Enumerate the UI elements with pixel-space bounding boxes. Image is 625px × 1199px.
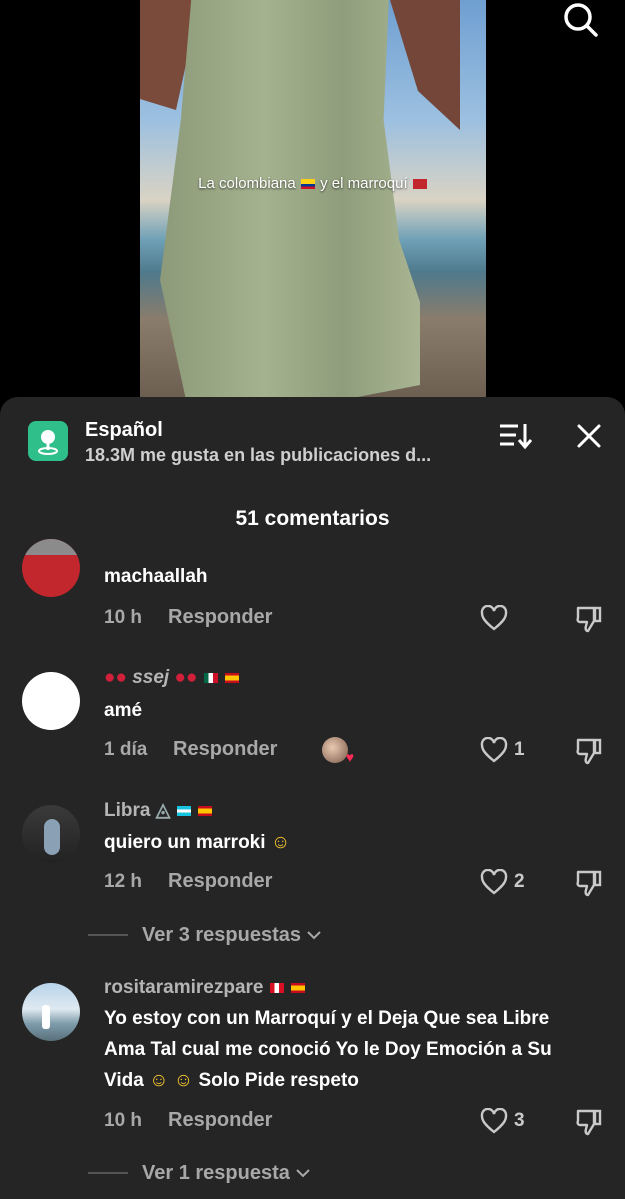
view-replies-label: Ver 1 respuesta: [142, 1161, 290, 1184]
comment-item: rositaramirezpare Yo estoy con un Marroq…: [0, 975, 625, 1199]
dislike-button[interactable]: [574, 868, 604, 898]
heart-icon: [480, 1108, 508, 1134]
like-button[interactable]: 1: [480, 736, 525, 764]
video-player[interactable]: La colombiana y el marroquí: [140, 0, 486, 400]
reply-button[interactable]: Responder: [168, 870, 272, 893]
heart-icon: [480, 869, 508, 895]
smiling-hearts-emoji-icon: ☺: [173, 1070, 194, 1091]
satellite-icon: ◬: [155, 800, 171, 821]
star-eyes-emoji-icon: ☺: [149, 1070, 169, 1091]
like-button[interactable]: 2: [480, 868, 525, 896]
heart-badge-icon: ♥: [345, 749, 354, 765]
cherry-icon: ●●: [174, 667, 198, 688]
dislike-icon: [576, 738, 602, 765]
sort-button[interactable]: [498, 421, 533, 451]
search-button[interactable]: [560, 0, 600, 40]
reply-button[interactable]: Responder: [168, 606, 272, 629]
like-count: 1: [514, 739, 525, 760]
like-count: 2: [514, 871, 525, 892]
topic-subtitle[interactable]: 18.3M me gusta en las publicaciones d...: [85, 445, 475, 466]
avatar[interactable]: [22, 672, 80, 730]
avatar[interactable]: [22, 805, 80, 863]
video-caption: La colombiana y el marroquí: [140, 175, 486, 192]
morocco-flag-icon: [412, 179, 427, 190]
view-replies-button[interactable]: Ver 3 respuestas: [88, 922, 323, 948]
comment-item: Libra ◬ quiero un marroki ☺ 12 h Respond…: [0, 797, 625, 957]
sheet-header: Español 18.3M me gusta en las publicacio…: [0, 397, 625, 487]
comment-time: 12 h: [104, 871, 143, 892]
spain-flag-icon: [197, 805, 212, 816]
dislike-icon: [576, 1109, 602, 1136]
video-scarf-right: [390, 0, 460, 130]
location-pin-icon: [38, 430, 58, 455]
comment-time: 10 h: [104, 607, 143, 628]
comment-text: machaallah: [104, 566, 208, 587]
dislike-button[interactable]: [574, 604, 604, 634]
chevron-down-icon: [307, 931, 321, 940]
comment-username[interactable]: Libra ◬: [104, 799, 213, 822]
dislike-button[interactable]: [574, 736, 604, 766]
search-icon: [564, 3, 598, 37]
close-icon: [577, 424, 601, 448]
spain-flag-icon: [291, 982, 306, 993]
smiling-hearts-emoji-icon: ☺: [270, 832, 291, 853]
close-button[interactable]: [574, 421, 604, 451]
cherry-icon: ●●: [104, 667, 127, 688]
reply-button[interactable]: Responder: [173, 738, 277, 761]
dislike-icon: [576, 870, 602, 897]
mexico-flag-icon: [203, 672, 218, 683]
comments-sheet: Español 18.3M me gusta en las publicacio…: [0, 397, 625, 1199]
colombia-flag-icon: [300, 179, 315, 190]
comment-time: 1 día: [104, 739, 148, 760]
like-button[interactable]: [480, 604, 508, 632]
comment-username[interactable]: ●● ssej ●●: [104, 667, 240, 689]
view-replies-label: Ver 3 respuestas: [142, 923, 301, 946]
comment-time: 10 h: [104, 1110, 143, 1131]
topic-button[interactable]: [28, 421, 68, 461]
honduras-flag-icon: [176, 805, 191, 816]
reply-button[interactable]: Responder: [168, 1109, 272, 1132]
topic-title[interactable]: Español: [85, 419, 163, 442]
dislike-button[interactable]: [574, 1107, 604, 1137]
heart-icon: [480, 605, 508, 631]
comment-text: Yo estoy con un Marroquí y el Deja Que s…: [104, 1008, 552, 1091]
comment-item: machaallah 10 h Responder: [0, 539, 625, 639]
like-count: 3: [514, 1110, 525, 1131]
caption-text-2: y el marroquí: [320, 175, 408, 192]
creator-liked-badge: ♥: [322, 737, 354, 765]
spain-flag-icon: [225, 672, 240, 683]
comment-text: quiero un marroki ☺: [104, 832, 291, 853]
video-dress: [160, 0, 420, 400]
heart-icon: [480, 737, 508, 763]
caption-text-1: La colombiana: [198, 175, 296, 192]
divider: [88, 934, 128, 936]
divider: [88, 1172, 128, 1174]
view-replies-button[interactable]: Ver 1 respuesta: [88, 1160, 312, 1186]
comment-text: amé: [104, 700, 143, 721]
like-button[interactable]: 3: [480, 1107, 525, 1135]
avatar[interactable]: [22, 539, 80, 597]
comment-count: 51 comentarios: [235, 507, 390, 530]
chevron-down-icon: [296, 1169, 310, 1178]
comment-item: ●● ssej ●● amé 1 día Responder ♥ 1: [0, 665, 625, 775]
sort-icon: [500, 424, 533, 450]
avatar[interactable]: [22, 983, 80, 1041]
dislike-icon: [576, 606, 602, 633]
peru-flag-icon: [269, 982, 284, 993]
comment-username[interactable]: rositaramirezpare: [104, 977, 306, 999]
